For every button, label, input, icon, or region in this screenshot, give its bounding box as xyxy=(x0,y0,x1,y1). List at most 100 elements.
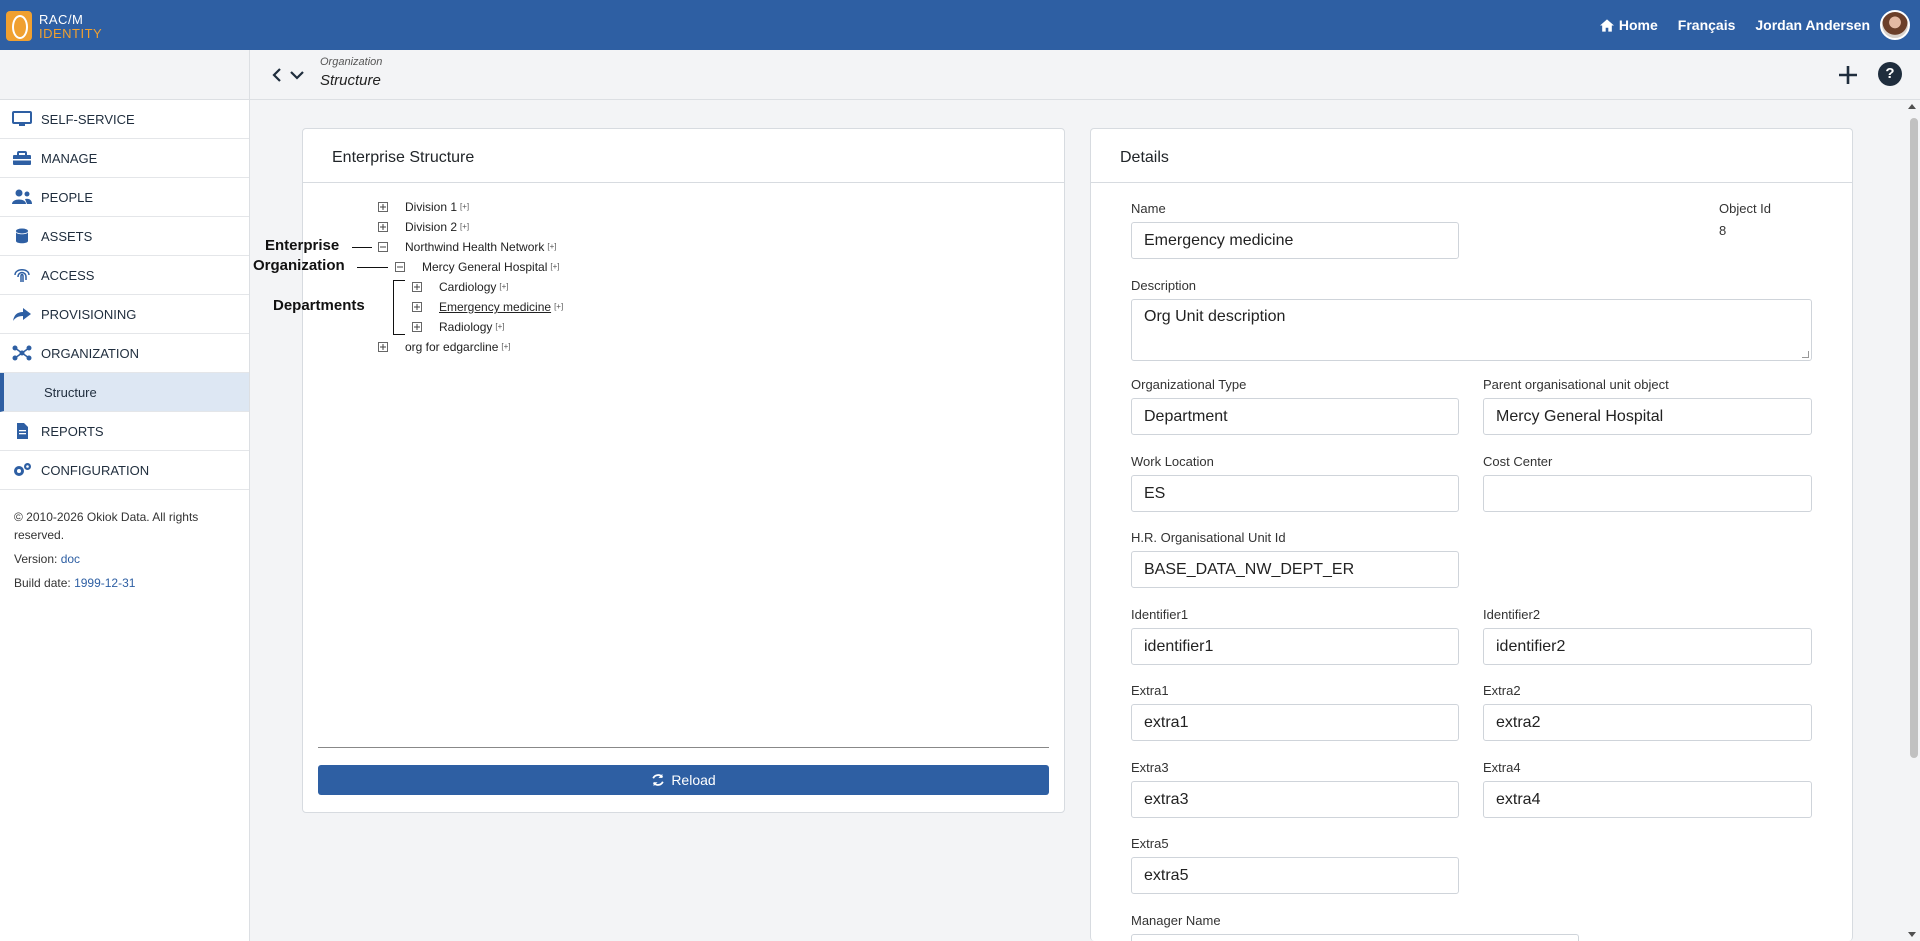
add-icon[interactable] xyxy=(1836,63,1860,87)
tree-node-mercy-general[interactable]: Mercy General Hospital [+] xyxy=(422,260,560,274)
extra4-field[interactable]: extra4 xyxy=(1483,781,1812,818)
chevron-down-icon[interactable] xyxy=(288,66,306,84)
sidebar-item-label: ORGANIZATION xyxy=(41,345,139,361)
home-link[interactable]: Home xyxy=(1599,17,1658,33)
parent-field[interactable]: Mercy General Hospital xyxy=(1483,398,1812,435)
sidebar-item-reports[interactable]: REPORTS xyxy=(0,412,249,451)
tree-node-label: org for edgarcline xyxy=(405,340,499,354)
extra4-label: Extra4 xyxy=(1483,760,1521,775)
identifier2-field[interactable]: identifier2 xyxy=(1483,628,1812,665)
sidebar: SELF-SERVICE MANAGE PEOPLE ASSETS ACCESS… xyxy=(0,50,250,941)
logo-icon xyxy=(6,11,32,41)
monitor-icon xyxy=(12,111,32,126)
cost-center-label: Cost Center xyxy=(1483,454,1553,469)
description-label: Description xyxy=(1131,278,1197,293)
sidebar-item-access[interactable]: ACCESS xyxy=(0,256,249,295)
identifier1-field[interactable]: identifier1 xyxy=(1131,628,1459,665)
resize-handle-icon[interactable] xyxy=(1802,351,1809,358)
extra2-label: Extra2 xyxy=(1483,683,1521,698)
tree-node-division-1[interactable]: Division 1 [+] xyxy=(405,200,469,214)
cost-center-field[interactable] xyxy=(1483,475,1812,512)
parent-label: Parent organisational unit object xyxy=(1483,377,1669,392)
sidebar-header xyxy=(0,50,249,100)
tree-node-label: Division 1 xyxy=(405,200,458,214)
extra2-field[interactable]: extra2 xyxy=(1483,704,1812,741)
add-child-marker[interactable]: [+] xyxy=(495,322,504,331)
expand-icon[interactable] xyxy=(378,342,388,352)
expand-icon[interactable] xyxy=(412,282,422,292)
extra3-label: Extra3 xyxy=(1131,760,1169,775)
add-child-marker[interactable]: [+] xyxy=(550,262,559,271)
extra5-label: Extra5 xyxy=(1131,836,1169,851)
home-icon xyxy=(1599,18,1614,32)
description-field[interactable]: Org Unit description xyxy=(1131,299,1812,361)
add-child-marker[interactable]: [+] xyxy=(460,222,469,231)
work-location-field[interactable]: ES xyxy=(1131,475,1459,512)
extra3-field[interactable]: extra3 xyxy=(1131,781,1459,818)
app-logo[interactable]: RAC/M IDENTITY xyxy=(6,11,102,41)
sidebar-item-label: REPORTS xyxy=(41,423,104,439)
tree-node-emergency-medicine[interactable]: Emergency medicine [+] xyxy=(439,300,563,314)
name-field[interactable]: Emergency medicine xyxy=(1131,222,1459,259)
tree-node-label: Radiology xyxy=(439,320,493,334)
add-child-marker[interactable]: [+] xyxy=(460,202,469,211)
language-link[interactable]: Français xyxy=(1678,17,1736,33)
tree-node-northwind[interactable]: Northwind Health Network [+] xyxy=(405,240,557,254)
sidebar-item-label: ASSETS xyxy=(41,228,93,244)
sidebar-item-self-service[interactable]: SELF-SERVICE xyxy=(0,100,249,139)
user-menu[interactable]: Jordan Andersen xyxy=(1755,10,1920,40)
page-scrollbar[interactable] xyxy=(1910,118,1918,758)
tree-node-label: Northwind Health Network xyxy=(405,240,545,254)
database-icon xyxy=(16,228,28,244)
version-link[interactable]: doc xyxy=(61,552,80,566)
object-id-value: 8 xyxy=(1719,223,1727,238)
name-label: Name xyxy=(1131,201,1166,216)
sidebar-subitem-structure[interactable]: Structure xyxy=(0,373,249,412)
chevron-left-icon[interactable] xyxy=(268,66,286,84)
help-button[interactable]: ? xyxy=(1878,62,1902,86)
tree-node-label: Emergency medicine xyxy=(439,300,552,314)
sidebar-footer: © 2010-2026 Okiok Data. All rights reser… xyxy=(0,490,249,616)
manager-name-label: Manager Name xyxy=(1131,913,1221,928)
add-child-marker[interactable]: [+] xyxy=(501,342,510,351)
collapse-icon[interactable] xyxy=(378,242,388,252)
scroll-up-icon[interactable] xyxy=(1908,104,1916,109)
extra5-field[interactable]: extra5 xyxy=(1131,857,1459,894)
sidebar-item-manage[interactable]: MANAGE xyxy=(0,139,249,178)
expand-icon[interactable] xyxy=(378,222,388,232)
add-child-marker[interactable]: [+] xyxy=(554,302,563,311)
file-icon xyxy=(17,423,28,439)
org-type-field[interactable]: Department xyxy=(1131,398,1459,435)
expand-icon[interactable] xyxy=(412,322,422,332)
reload-button[interactable]: Reload xyxy=(318,765,1049,795)
build-date-line: Build date: 1999-12-31 xyxy=(14,574,235,592)
tree-node-label: Cardiology xyxy=(439,280,497,294)
collapse-icon[interactable] xyxy=(395,262,405,272)
version-label: Version: xyxy=(14,552,58,566)
add-child-marker[interactable]: [+] xyxy=(547,242,556,251)
expand-icon[interactable] xyxy=(412,302,422,312)
sidebar-item-organization[interactable]: ORGANIZATION xyxy=(0,334,249,373)
annotation-enterprise: Enterprise xyxy=(265,237,340,254)
expand-icon[interactable] xyxy=(378,202,388,212)
scroll-down-icon[interactable] xyxy=(1908,932,1916,937)
tree-node-org-edgarcline[interactable]: org for edgarcline [+] xyxy=(405,340,511,354)
add-child-marker[interactable]: [+] xyxy=(499,282,508,291)
tree-node-division-2[interactable]: Division 2 [+] xyxy=(405,220,469,234)
build-date-label: Build date: xyxy=(14,576,71,590)
tree-node-radiology[interactable]: Radiology [+] xyxy=(439,320,505,334)
sidebar-item-label: ACCESS xyxy=(41,267,95,283)
sidebar-item-people[interactable]: PEOPLE xyxy=(0,178,249,217)
description-value: Org Unit description xyxy=(1144,308,1286,325)
manager-name-field[interactable] xyxy=(1131,934,1579,941)
sidebar-item-assets[interactable]: ASSETS xyxy=(0,217,249,256)
sidebar-item-label: MANAGE xyxy=(41,150,98,166)
work-location-label: Work Location xyxy=(1131,454,1214,469)
identifier2-label: Identifier2 xyxy=(1483,607,1541,622)
hr-unit-id-field[interactable]: BASE_DATA_NW_DEPT_ER xyxy=(1131,551,1459,588)
sidebar-item-configuration[interactable]: CONFIGURATION xyxy=(0,451,249,490)
extra1-field[interactable]: extra1 xyxy=(1131,704,1459,741)
sidebar-item-label: PROVISIONING xyxy=(41,306,137,322)
tree-node-cardiology[interactable]: Cardiology [+] xyxy=(439,280,509,294)
sidebar-item-provisioning[interactable]: PROVISIONING xyxy=(0,295,249,334)
